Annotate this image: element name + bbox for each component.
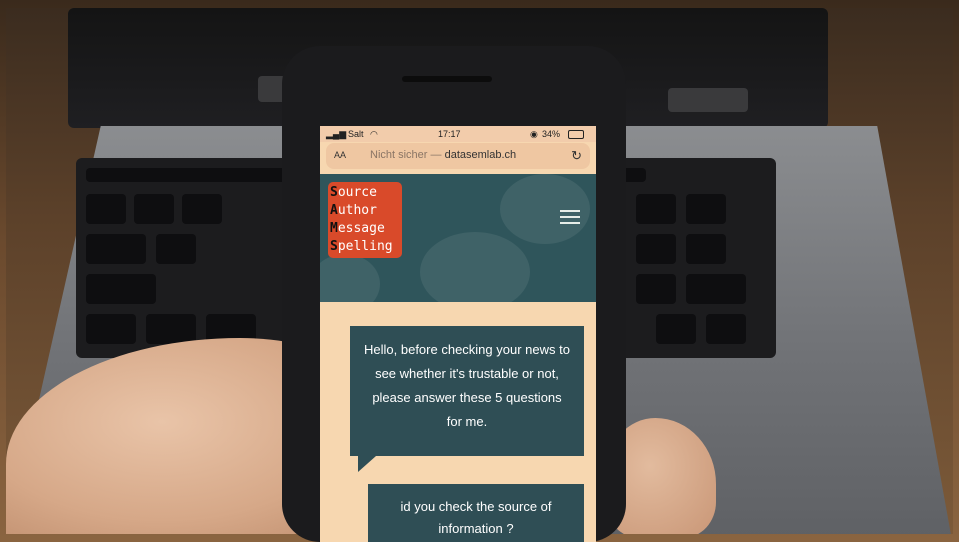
- wifi-icon: ◠: [370, 129, 378, 139]
- clock: 17:17: [438, 129, 461, 139]
- sams-logo[interactable]: Source Author Message Spelling: [328, 182, 402, 258]
- decorative-bubble: [320, 254, 380, 302]
- url-display[interactable]: Nicht sicher — datasemlab.ch: [370, 149, 516, 161]
- status-bar: ▂▄▆ Salt ◠ 17:17 ◉ 34%: [320, 126, 596, 142]
- logo-row: Message: [330, 221, 385, 236]
- keyboard-key: [86, 194, 126, 224]
- battery-percent: 34%: [542, 129, 561, 139]
- keyboard-key: [636, 234, 676, 264]
- keyboard-key: [656, 314, 696, 344]
- logo-row: Source: [330, 185, 377, 200]
- decorative-bubble: [500, 174, 590, 244]
- battery-icon: [568, 130, 584, 139]
- question-text: id you check the source of information ?: [400, 499, 552, 536]
- keyboard-key: [182, 194, 222, 224]
- phone-screen: ▂▄▆ Salt ◠ 17:17 ◉ 34% AA Nicht sicher —…: [320, 126, 596, 542]
- logo-row: Author: [330, 203, 377, 218]
- bot-message-bubble: Hello, before checking your news to see …: [350, 326, 584, 456]
- keyboard-key: [86, 314, 136, 344]
- address-bar[interactable]: AA Nicht sicher — datasemlab.ch ↻: [326, 143, 590, 169]
- text-size-button[interactable]: AA: [334, 150, 346, 160]
- message-tail: [358, 456, 376, 472]
- keyboard-key: [134, 194, 174, 224]
- keyboard-key: [86, 274, 156, 304]
- hamburger-menu-icon[interactable]: [560, 210, 580, 224]
- signal-icon: ▂▄▆: [326, 129, 347, 139]
- keyboard-key: [686, 194, 726, 224]
- security-label: Nicht sicher —: [370, 149, 442, 161]
- smartphone: ▂▄▆ Salt ◠ 17:17 ◉ 34% AA Nicht sicher —…: [282, 46, 626, 542]
- keyboard-key: [706, 314, 746, 344]
- decorative-bubble: [420, 232, 530, 302]
- bot-message-text: Hello, before checking your news to see …: [364, 342, 570, 429]
- keyboard-key: [146, 314, 196, 344]
- domain-label: datasemlab.ch: [444, 149, 517, 161]
- phone-speaker: [402, 76, 492, 82]
- laptop-dock-right: [668, 88, 748, 112]
- keyboard-key: [86, 234, 146, 264]
- logo-row: Spelling: [330, 239, 393, 254]
- chat-area: Hello, before checking your news to see …: [320, 302, 596, 542]
- carrier-label: Salt: [348, 129, 364, 139]
- keyboard-key: [636, 274, 676, 304]
- keyboard-key: [686, 234, 726, 264]
- site-header: Source Author Message Spelling: [320, 174, 596, 302]
- photo-scene: ▂▄▆ Salt ◠ 17:17 ◉ 34% AA Nicht sicher —…: [0, 0, 959, 542]
- keyboard-key: [686, 274, 746, 304]
- lock-rotation-icon: ◉: [530, 129, 538, 139]
- keyboard-key: [636, 194, 676, 224]
- question-bubble: id you check the source of information ?: [368, 484, 584, 542]
- reload-icon[interactable]: ↻: [571, 148, 582, 164]
- keyboard-key: [156, 234, 196, 264]
